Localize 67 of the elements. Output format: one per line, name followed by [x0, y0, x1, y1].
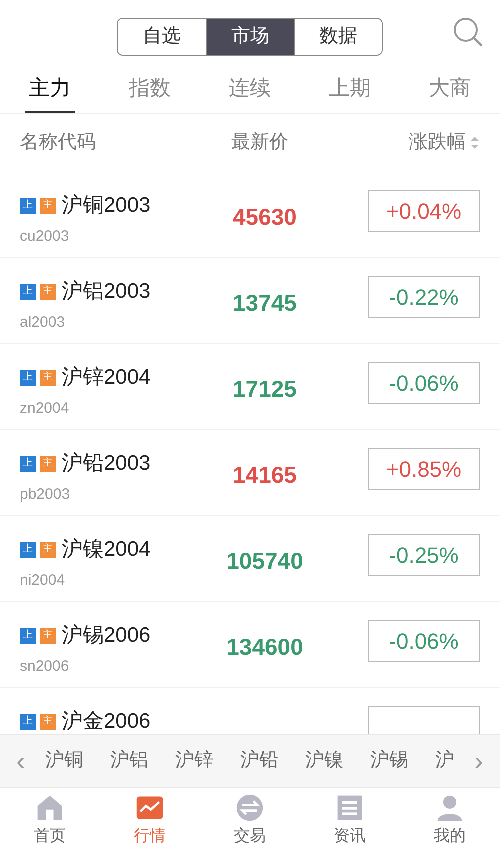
sort-icon[interactable]	[470, 136, 480, 150]
quick-link[interactable]: 沪铝	[110, 746, 148, 776]
contract-name: 沪金2006	[62, 709, 151, 734]
contract-code: sn2006	[20, 656, 70, 676]
nav-tab[interactable]: 我的	[400, 793, 500, 849]
contract-name: 沪铜2003	[62, 193, 151, 219]
column-header: 名称代码	[20, 130, 97, 155]
change-box: -0.25%	[368, 534, 480, 576]
category-tab[interactable]: 主力	[25, 66, 75, 113]
latest-price: 14165	[232, 461, 298, 490]
change-box: -0.22%	[368, 276, 480, 318]
change-box: -0.06%	[368, 620, 480, 662]
quick-link[interactable]: 沪铅	[240, 746, 278, 776]
latest-price: 13745	[232, 289, 298, 318]
change-box: -0.06%	[368, 362, 480, 404]
home-icon	[35, 793, 65, 823]
exchange-tag: 上	[20, 284, 36, 300]
contract-name: 沪镍2004	[62, 537, 151, 563]
nav-tab[interactable]: 行情	[100, 793, 200, 849]
newspaper-icon	[335, 793, 365, 823]
nav-tab[interactable]: 资讯	[300, 793, 400, 849]
contract-code: cu2003	[20, 226, 70, 246]
contract-name: 沪铝2003	[62, 279, 151, 305]
search-icon[interactable]	[452, 16, 484, 48]
category-tab[interactable]: 大商	[425, 66, 475, 113]
segment-tab[interactable]: 数据	[294, 19, 382, 55]
nav-tab[interactable]: 首页	[0, 793, 100, 849]
column-header[interactable]: 涨跌幅	[409, 128, 466, 158]
exchange-tag: 主	[40, 628, 56, 644]
exchange-tag: 上	[20, 456, 36, 472]
user-icon	[435, 793, 465, 823]
exchange-tag: 主	[40, 456, 56, 472]
exchange-tag: 主	[40, 284, 56, 300]
exchange-tag: 上	[20, 714, 36, 730]
exchange-tag: 主	[40, 370, 56, 386]
contract-code: pb2003	[20, 484, 72, 504]
exchange-tag: 上	[20, 628, 36, 644]
exchange-tag: 上	[20, 198, 36, 214]
exchange-tag: 主	[40, 714, 56, 730]
quick-link[interactable]: 沪	[436, 746, 454, 776]
category-tab[interactable]: 指数	[125, 66, 175, 113]
quick-link[interactable]: 沪铜	[46, 746, 84, 776]
exchange-tag: 主	[40, 198, 56, 214]
column-header: 最新价	[230, 130, 290, 155]
exchange-icon	[235, 793, 265, 823]
latest-price: 17125	[232, 375, 298, 404]
latest-price: 105740	[226, 547, 304, 576]
latest-price: 45630	[232, 203, 298, 232]
change-box: +0.85%	[368, 448, 480, 490]
exchange-tag: 主	[40, 542, 56, 558]
exchange-tag: 上	[20, 542, 36, 558]
exchange-tag: 上	[20, 370, 36, 386]
contract-code: al2003	[20, 312, 66, 332]
contract-name: 沪锌2004	[62, 365, 151, 391]
contract-name: 沪锡2006	[62, 623, 151, 649]
category-tab[interactable]: 上期	[325, 66, 375, 113]
category-tab[interactable]: 连续	[225, 66, 275, 113]
change-box: +0.04%	[368, 190, 480, 232]
latest-price: 134600	[226, 633, 304, 662]
contract-code: zn2004	[20, 398, 70, 418]
contract-code: ni2004	[20, 570, 66, 590]
quick-link[interactable]: 沪镍	[306, 746, 344, 776]
segment-tab[interactable]: 市场	[206, 19, 294, 55]
quick-link[interactable]: 沪锡	[370, 746, 408, 776]
nav-tab[interactable]: 交易	[200, 793, 300, 849]
contract-name: 沪铅2003	[62, 451, 151, 477]
quick-link[interactable]: 沪锌	[176, 746, 214, 776]
